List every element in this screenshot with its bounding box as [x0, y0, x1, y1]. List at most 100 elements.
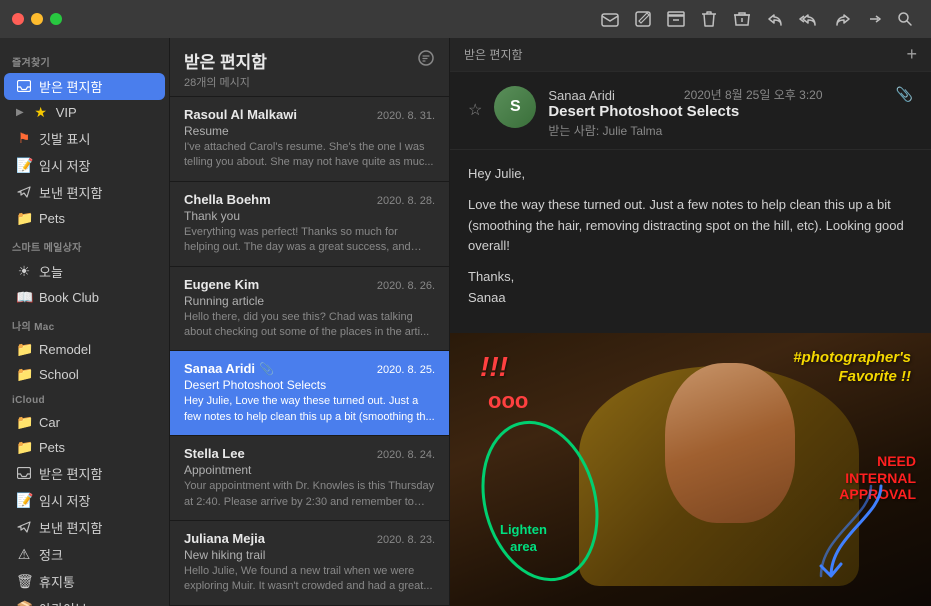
sidebar-item-icloud-car[interactable]: 📁 Car [4, 410, 165, 435]
image-bg: !!! ooo #photographer'sFavorite !! NEEDI… [450, 333, 931, 606]
remodel-folder-icon: 📁 [16, 341, 32, 358]
sidebar-archive-label: 아카이브 [39, 599, 87, 606]
sidebar-item-vip[interactable]: ▶ ★ VIP [4, 100, 165, 125]
sidebar-item-icloud-sent[interactable]: 보낸 편지함 [4, 514, 165, 541]
email-item-6[interactable]: Juliana Mejia 2020. 8. 23. New hiking tr… [170, 521, 449, 606]
email-preview-1: I've attached Carol's resume. She's the … [184, 140, 435, 171]
email-item-3[interactable]: Eugene Kim 2020. 8. 26. Running article … [170, 267, 449, 352]
panel-header: 받은 편지함 28개의 메시지 [170, 38, 449, 97]
email-sender-4: Sanaa Aridi [184, 361, 255, 376]
detail-to: 받는 사람: Julie Talma [548, 122, 913, 139]
panel-title: 받은 편지함 [184, 48, 267, 73]
detail-meta: Sanaa Aridi 2020년 8월 25일 오후 3:20 📎 Deser… [548, 86, 913, 139]
email-subject-1: Resume [184, 124, 435, 138]
email-item-2[interactable]: Chella Boehm 2020. 8. 28. Thank you Ever… [170, 182, 449, 267]
email-date-5: 2020. 8. 24. [377, 449, 435, 461]
email-header-1: Rasoul Al Malkawi 2020. 8. 31. [184, 107, 435, 122]
sidebar-icloud-inbox-label: 받은 편지함 [39, 464, 102, 483]
main-area: 즐겨찾기 받은 편지함 ▶ ★ VIP ⚑ 깃발 표시 📝 임시 저장 [0, 38, 931, 606]
reply-all-button[interactable] [793, 9, 825, 29]
email-sender-6: Juliana Mejia [184, 531, 265, 546]
sidebar-junk-label: 정크 [39, 545, 63, 564]
icloud-draft-icon: 📝 [16, 492, 32, 509]
email-item-1[interactable]: Rasoul Al Malkawi 2020. 8. 31. Resume I'… [170, 97, 449, 182]
sidebar-item-school[interactable]: 📁 School [4, 362, 165, 387]
detail-from-name: Sanaa Aridi [548, 88, 615, 103]
sidebar-car-label: Car [39, 415, 60, 430]
email-sender-5: Stella Lee [184, 446, 245, 461]
email-preview-2: Everything was perfect! Thanks so much f… [184, 225, 435, 256]
titlebar [0, 0, 931, 38]
sidebar-icloud-drafts-label: 임시 저장 [39, 491, 90, 510]
get-mail-button[interactable] [595, 9, 625, 29]
sidebar-inbox-label: 받은 편지함 [39, 77, 102, 96]
delete-button[interactable] [695, 8, 723, 30]
sidebar-item-junk[interactable]: ⚠ 정크 [4, 541, 165, 568]
sidebar-drafts-label: 임시 저장 [39, 156, 90, 175]
icloud-sent-icon [16, 520, 32, 536]
sidebar-item-sent[interactable]: 보낸 편지함 [4, 179, 165, 206]
sidebar-item-flagged[interactable]: ⚑ 깃발 표시 [4, 125, 165, 152]
email-item-5[interactable]: Stella Lee 2020. 8. 24. Appointment Your… [170, 436, 449, 521]
forward-button[interactable] [829, 9, 857, 29]
archive-button[interactable] [661, 9, 691, 29]
flag-icon: ⚑ [16, 130, 32, 147]
sidebar-flagged-label: 깃발 표시 [39, 129, 90, 148]
sidebar-trash-label: 휴지통 [39, 572, 75, 591]
arrow-svg [811, 476, 901, 596]
email-subject-6: New hiking trail [184, 548, 435, 562]
sort-icon[interactable] [417, 50, 435, 71]
annotation-hashtag: #photographer'sFavorite !! [793, 348, 911, 387]
compose-button[interactable] [629, 9, 657, 29]
maximize-button[interactable] [50, 13, 62, 25]
sidebar-pets-fav-label: Pets [39, 211, 65, 226]
detail-subject-row: Sanaa Aridi 2020년 8월 25일 오후 3:20 📎 [548, 86, 913, 103]
email-date-1: 2020. 8. 31. [377, 110, 435, 122]
junk-icon: ⚠ [16, 546, 32, 563]
close-button[interactable] [12, 13, 24, 25]
email-preview-3: Hello there, did you see this? Chad was … [184, 310, 435, 341]
minimize-button[interactable] [31, 13, 43, 25]
mac-label: 나의 Mac [0, 310, 169, 337]
body-thanks: Thanks, Sanaa [468, 267, 913, 309]
email-preview-4: Hey Julie, Love the way these turned out… [184, 394, 435, 425]
email-header-5: Stella Lee 2020. 8. 24. [184, 446, 435, 461]
panel-title-group: 받은 편지함 28개의 메시지 [184, 48, 267, 90]
sidebar-item-drafts[interactable]: 📝 임시 저장 [4, 152, 165, 179]
email-preview-5: Your appointment with Dr. Knowles is thi… [184, 479, 435, 510]
email-item-4[interactable]: Sanaa Aridi 📎 2020. 8. 25. Desert Photos… [170, 351, 449, 436]
toolbar [595, 8, 919, 30]
sidebar-bookclub-label: Book Club [39, 290, 99, 305]
sidebar-item-icloud-inbox[interactable]: 받은 편지함 [4, 460, 165, 487]
sidebar-item-trash[interactable]: 🗑 휴지통 [4, 568, 165, 595]
sidebar-item-inbox[interactable]: 받은 편지함 [4, 73, 165, 100]
sidebar-item-remodel[interactable]: 📁 Remodel [4, 337, 165, 362]
sidebar-item-archive[interactable]: 📦 아카이브 [4, 595, 165, 606]
junk-button[interactable] [727, 9, 757, 29]
sidebar-item-bookclub[interactable]: 📖 Book Club [4, 285, 165, 310]
smart-label: 스마트 메일상자 [0, 231, 169, 258]
email-date-6: 2020. 8. 23. [377, 534, 435, 546]
sidebar-item-icloud-drafts[interactable]: 📝 임시 저장 [4, 487, 165, 514]
search-button[interactable] [891, 9, 919, 29]
sidebar-remodel-label: Remodel [39, 342, 91, 357]
sidebar-item-pets-fav[interactable]: 📁 Pets [4, 206, 165, 231]
today-icon: ☀ [16, 263, 32, 280]
sidebar-item-icloud-pets[interactable]: 📁 Pets [4, 435, 165, 460]
more-button[interactable] [861, 10, 887, 28]
add-button[interactable]: + [906, 44, 917, 65]
email-preview-6: Hello Julie, We found a new trail when w… [184, 564, 435, 595]
oval-svg [470, 406, 610, 596]
sidebar-item-today[interactable]: ☀ 오늘 [4, 258, 165, 285]
email-header-4: Sanaa Aridi 📎 2020. 8. 25. [184, 361, 435, 376]
sidebar-icloud-pets-label: Pets [39, 440, 65, 455]
icloud-label: iCloud [0, 387, 169, 410]
star-button[interactable]: ☆ [468, 100, 482, 120]
sidebar-today-label: 오늘 [39, 262, 63, 281]
detail-title-row: ☆ S Sanaa Aridi 2020년 8월 25일 오후 3:20 📎 D… [468, 86, 913, 139]
reply-button[interactable] [761, 9, 789, 29]
inbox-icon [16, 79, 32, 95]
body-line1: Love the way these turned out. Just a fe… [468, 195, 913, 257]
draft-icon: 📝 [16, 157, 32, 174]
email-date-2: 2020. 8. 28. [377, 195, 435, 207]
